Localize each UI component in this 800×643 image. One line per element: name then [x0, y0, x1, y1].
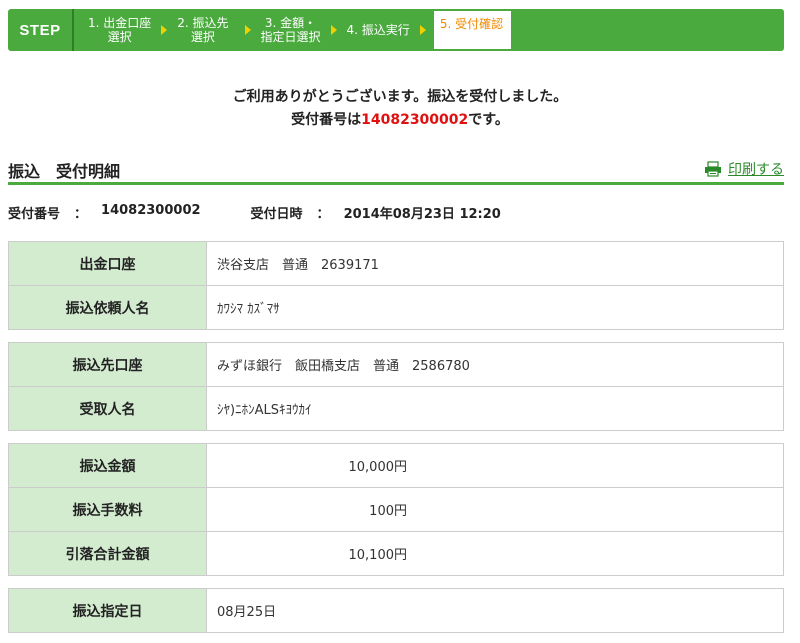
- step-progress-bar: STEP 1. 出金口座 選択 2. 振込先 選択 3. 金額・ 指定日選択 4…: [8, 9, 784, 51]
- source-account-table: 出金口座 渋谷支店 普通 2639171 振込依頼人名 ｶﾜｼﾏ ｶｽﾞﾏｻ: [8, 241, 784, 330]
- payee-table: 振込先口座 みずほ銀行 飯田橋支店 普通 2586780 受取人名 ｼﾔ)ﾆﾎﾝ…: [8, 342, 784, 431]
- row-label: 振込指定日: [8, 588, 207, 633]
- printer-icon: [705, 161, 721, 177]
- step-4: 4. 振込実行: [346, 23, 410, 37]
- row-label: 引落合計金額: [8, 531, 207, 576]
- reception-datetime-label: 受付日時: [250, 207, 303, 222]
- step-arrow-icon: [330, 25, 337, 35]
- row-label: 受取人名: [8, 386, 207, 431]
- step-3: 3. 金額・ 指定日選択: [260, 16, 321, 44]
- step-label: STEP: [8, 9, 74, 51]
- row-label: 振込手数料: [8, 487, 207, 532]
- row-value: 10,100円: [206, 531, 784, 576]
- table-row: 出金口座 渋谷支店 普通 2639171: [8, 241, 784, 286]
- step-arrow-icon: [419, 25, 426, 35]
- table-row: 振込金額 10,000円: [8, 443, 784, 488]
- step-arrow-icon: [244, 25, 251, 35]
- reception-number-value: 14082300002: [101, 203, 201, 218]
- row-value: ｼﾔ)ﾆﾎﾝALSｷﾖｳｶｲ: [206, 386, 784, 431]
- reception-number-highlight: 14082300002: [361, 112, 469, 128]
- print-link[interactable]: 印刷する: [704, 159, 784, 179]
- row-value: 10,000円: [206, 443, 784, 488]
- reception-datetime-value: 2014年08月23日 12:20: [343, 207, 501, 222]
- row-value: みずほ銀行 飯田橋支店 普通 2586780: [206, 342, 784, 387]
- section-title: 振込 受付明細: [8, 162, 121, 181]
- table-row: 受取人名 ｼﾔ)ﾆﾎﾝALSｷﾖｳｶｲ: [8, 386, 784, 431]
- transfer-date-table: 振込指定日 08月25日: [8, 588, 784, 633]
- row-label: 振込金額: [8, 443, 207, 488]
- row-value: 渋谷支店 普通 2639171: [206, 241, 784, 286]
- step-list: 1. 出金口座 選択 2. 振込先 選択 3. 金額・ 指定日選択 4. 振込実…: [74, 9, 512, 51]
- step-5-current: 5. 受付確認: [433, 11, 512, 49]
- completion-message-line1: ご利用ありがとうございます。振込を受付しました。: [232, 89, 568, 105]
- table-row: 振込先口座 みずほ銀行 飯田橋支店 普通 2586780: [8, 342, 784, 387]
- table-row: 振込手数料 100円: [8, 487, 784, 532]
- step-1: 1. 出金口座 選択: [88, 16, 152, 44]
- table-row: 振込依頼人名 ｶﾜｼﾏ ｶｽﾞﾏｻ: [8, 285, 784, 330]
- separator: ：: [74, 207, 88, 222]
- completion-message: ご利用ありがとうございます。振込を受付しました。 受付番号は1408230000…: [0, 86, 800, 132]
- reception-number-label: 受付番号: [8, 207, 61, 222]
- step-arrow-icon: [161, 25, 168, 35]
- row-value: ｶﾜｼﾏ ｶｽﾞﾏｻ: [206, 285, 784, 330]
- completion-message-line2: 受付番号は14082300002です。: [291, 112, 509, 128]
- print-link-label[interactable]: 印刷する: [728, 159, 784, 179]
- amount-table: 振込金額 10,000円 振込手数料 100円 引落合計金額 10,100円: [8, 443, 784, 576]
- section-header: 振込 受付明細 印刷する: [8, 155, 784, 185]
- row-value: 100円: [206, 487, 784, 532]
- row-label: 振込依頼人名: [8, 285, 207, 330]
- table-row: 振込指定日 08月25日: [8, 588, 784, 633]
- step-2: 2. 振込先 選択: [177, 16, 229, 44]
- separator: ：: [316, 207, 330, 222]
- reception-info: 受付番号 ： 14082300002 受付日時 ： 2014年08月23日 12…: [8, 203, 551, 222]
- row-label: 出金口座: [8, 241, 207, 286]
- table-row: 引落合計金額 10,100円: [8, 531, 784, 576]
- row-label: 振込先口座: [8, 342, 207, 387]
- row-value: 08月25日: [206, 588, 784, 633]
